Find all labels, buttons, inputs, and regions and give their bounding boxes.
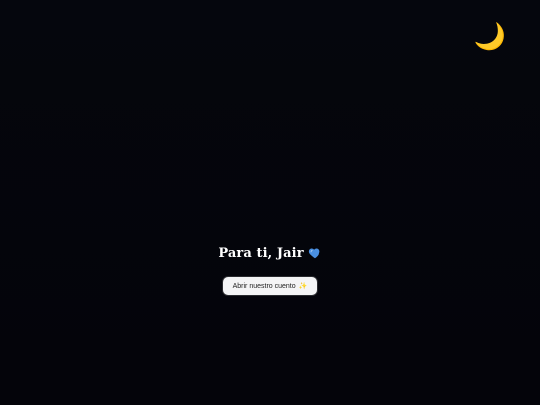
app-screen: 🌙 Para ti, Jair Abrir nuestro cuento ✨ [0,0,540,405]
hero-center: Para ti, Jair Abrir nuestro cuento ✨ [0,243,540,295]
open-story-button[interactable]: Abrir nuestro cuento ✨ [222,277,318,295]
title-text: Para ti, Jair [218,245,304,261]
sparkle-icon: ✨ [298,282,308,290]
page-title: Para ti, Jair [218,243,321,263]
moon-icon[interactable]: 🌙 [473,20,507,54]
heart-icon [308,246,322,260]
open-story-label: Abrir nuestro cuento [232,282,296,290]
